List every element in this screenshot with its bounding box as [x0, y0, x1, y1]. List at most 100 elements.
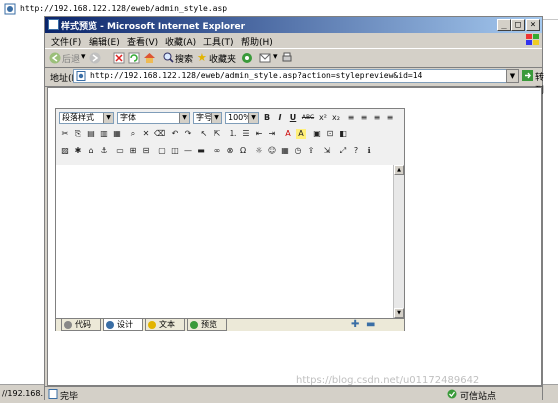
- align-center-icon[interactable]: ≡: [359, 113, 369, 123]
- menu-favorites[interactable]: 收藏(A): [165, 35, 196, 48]
- horizontal-rule-icon[interactable]: —: [183, 146, 193, 156]
- tab-design[interactable]: 设计: [103, 319, 143, 331]
- scroll-down-arrow-icon[interactable]: ▼: [394, 308, 404, 318]
- table-properties-icon[interactable]: ⊞: [128, 146, 138, 156]
- menu-view[interactable]: 查看(V): [127, 35, 158, 48]
- anchor-icon[interactable]: ⚓: [99, 146, 109, 156]
- stop-icon[interactable]: [113, 52, 125, 64]
- full-screen-icon[interactable]: ▣: [312, 129, 322, 139]
- delete-icon[interactable]: ✕: [141, 129, 151, 139]
- flash-icon[interactable]: ✱: [73, 146, 83, 156]
- media-icon[interactable]: [241, 52, 253, 64]
- forward-icon[interactable]: [89, 52, 101, 64]
- show-borders-icon[interactable]: ⊡: [325, 129, 335, 139]
- minimize-button[interactable]: _: [497, 19, 511, 31]
- refresh-icon[interactable]: [128, 52, 140, 64]
- address-input[interactable]: http://192.168.122.128/eweb/admin_style.…: [73, 69, 507, 83]
- table-icon[interactable]: ▭: [115, 146, 125, 156]
- tab-text[interactable]: 文本: [145, 319, 185, 331]
- unlink-icon[interactable]: ⊗: [225, 146, 235, 156]
- close-button[interactable]: ×: [526, 19, 540, 31]
- align-justify-icon[interactable]: ≡: [385, 113, 395, 123]
- zoom-select[interactable]: 100% ▼: [225, 112, 259, 124]
- address-dropdown-button[interactable]: ▼: [506, 69, 519, 83]
- tab-preview[interactable]: 预览: [187, 319, 227, 331]
- symbol-icon[interactable]: ☼: [254, 146, 264, 156]
- home-icon[interactable]: [143, 51, 156, 64]
- paragraph-style-select[interactable]: 段落样式 ▼: [59, 112, 114, 124]
- align-right-icon[interactable]: ≡: [372, 113, 382, 123]
- marquee-icon[interactable]: ▬: [196, 146, 206, 156]
- editor-scrollbar[interactable]: ▲ ▼: [393, 165, 404, 318]
- image-icon[interactable]: ▨: [60, 146, 70, 156]
- favorites-button-label[interactable]: 收藏夹: [209, 52, 236, 65]
- favorites-icon[interactable]: ★: [197, 51, 207, 64]
- collapse-icon[interactable]: ▬: [366, 319, 375, 330]
- paragraph-style-value: 段落样式: [62, 113, 94, 122]
- highlight-color-icon[interactable]: A: [296, 129, 306, 139]
- tab-code[interactable]: 代码: [61, 319, 101, 331]
- link-icon[interactable]: ∞: [212, 146, 222, 156]
- page-break-icon[interactable]: ⇲: [322, 146, 332, 156]
- cut-icon[interactable]: ✂: [60, 129, 70, 139]
- maximize-button[interactable]: □: [511, 19, 525, 31]
- editor-design-area[interactable]: [56, 165, 404, 318]
- strikethrough-button[interactable]: ABC: [301, 113, 315, 123]
- outer-right-scrollbar[interactable]: [541, 85, 558, 384]
- search-button-label[interactable]: 搜索: [175, 52, 193, 65]
- find-icon[interactable]: ⌕: [128, 129, 138, 139]
- superscript-button[interactable]: x²: [318, 113, 328, 123]
- back-button-label[interactable]: 后退: [62, 52, 80, 65]
- status-zone-text: 可信站点: [460, 392, 497, 402]
- help-icon[interactable]: ?: [351, 146, 361, 156]
- paste-icon[interactable]: ▤: [86, 129, 96, 139]
- outdent-icon[interactable]: ⇤: [254, 129, 264, 139]
- copy-icon[interactable]: ⎘: [73, 129, 83, 139]
- back-icon[interactable]: [49, 52, 61, 64]
- print-icon[interactable]: [281, 52, 293, 64]
- menu-tools[interactable]: 工具(T): [203, 35, 234, 48]
- eraser-icon[interactable]: ⌫: [154, 129, 165, 139]
- font-select[interactable]: 字体 ▼: [117, 112, 190, 124]
- maximize-editor-icon[interactable]: ⤢: [338, 146, 348, 156]
- fieldset-icon[interactable]: ◫: [170, 146, 180, 156]
- iframe-icon[interactable]: ▢: [157, 146, 167, 156]
- font-size-select[interactable]: 字号 ▼: [193, 112, 222, 124]
- absolute-position-icon[interactable]: ⇱: [212, 129, 222, 139]
- bold-button[interactable]: B: [262, 113, 272, 123]
- special-char-icon[interactable]: Ω: [238, 146, 248, 156]
- paste-word-icon[interactable]: ▦: [112, 129, 122, 139]
- menu-edit[interactable]: 编辑(E): [89, 35, 120, 48]
- cell-properties-icon[interactable]: ⊟: [141, 146, 151, 156]
- undo-icon[interactable]: ↶: [170, 129, 180, 139]
- ordered-list-icon[interactable]: ⒈: [228, 129, 238, 139]
- text-color-icon[interactable]: A: [283, 129, 293, 139]
- scroll-up-arrow-icon[interactable]: ▲: [394, 165, 404, 175]
- align-left-icon[interactable]: ≡: [346, 113, 356, 123]
- mail-dropdown-icon[interactable]: ▾: [273, 52, 278, 62]
- redo-icon[interactable]: ↷: [183, 129, 193, 139]
- subscript-button[interactable]: x₂: [331, 113, 341, 123]
- expand-icon[interactable]: ✚: [351, 319, 359, 330]
- date-icon[interactable]: ▦: [280, 146, 290, 156]
- about-icon[interactable]: ℹ: [364, 146, 374, 156]
- title-bar[interactable]: 样式预览 - Microsoft Internet Explorer _ □ ×: [45, 17, 542, 33]
- paste-text-icon[interactable]: ▥: [99, 129, 109, 139]
- menu-file[interactable]: 文件(F): [51, 35, 81, 48]
- mail-icon[interactable]: [259, 52, 271, 64]
- underline-button[interactable]: U: [288, 113, 298, 123]
- back-dropdown-icon[interactable]: ▾: [81, 52, 86, 62]
- select-icon[interactable]: ↖: [199, 129, 209, 139]
- remote-upload-icon[interactable]: ⇪: [306, 146, 316, 156]
- outer-address-text[interactable]: http://192.168.122.128/eweb/admin_style.…: [20, 4, 227, 13]
- page-properties-icon[interactable]: ◧: [338, 129, 348, 139]
- indent-icon[interactable]: ⇥: [267, 129, 277, 139]
- search-icon[interactable]: [163, 52, 174, 63]
- chevron-down-icon: ▼: [248, 113, 258, 123]
- time-icon[interactable]: ◷: [293, 146, 303, 156]
- menu-help[interactable]: 帮助(H): [241, 35, 273, 48]
- media-icon[interactable]: ⌂: [86, 146, 96, 156]
- unordered-list-icon[interactable]: ☰: [241, 129, 251, 139]
- italic-button[interactable]: I: [275, 113, 285, 123]
- emoticon-icon[interactable]: ☺: [267, 146, 277, 156]
